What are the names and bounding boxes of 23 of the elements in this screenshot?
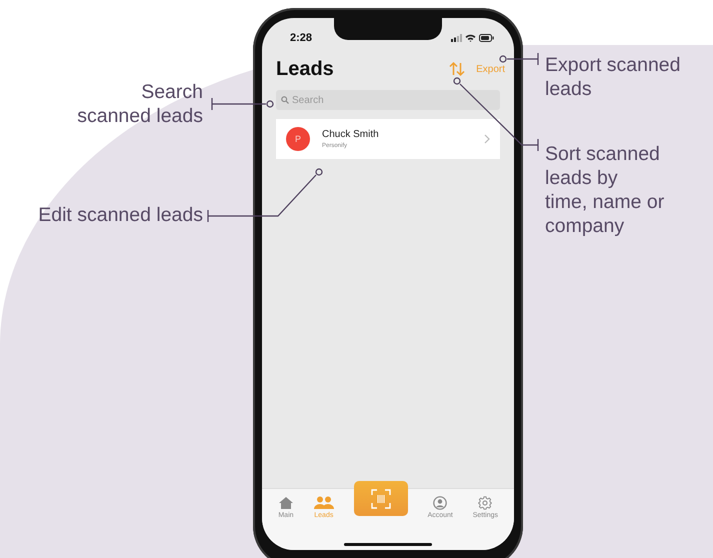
search-field[interactable]: Search [276,90,500,110]
status-time: 2:28 [290,32,312,44]
callout-text: Edit scanned leads [38,203,203,227]
battery-icon [479,34,494,42]
callout-text: Sort scanned leads by time, name or company [545,142,664,238]
settings-icon [478,496,492,510]
leader-line [499,52,539,66]
callout-text: Export scanned leads [545,53,681,101]
leader-line [211,97,274,111]
avatar: P [286,127,310,151]
house-icon [278,496,294,510]
callout-text: Search scanned leads [77,80,203,128]
scan-button[interactable] [354,481,408,516]
screen-title: Leads [276,58,335,80]
chevron-icon [484,134,490,144]
people-icon [314,496,334,510]
export-link[interactable]: Export [476,64,505,74]
signal-icon [451,34,462,42]
sort-icon[interactable] [449,61,466,77]
lead-name: Chuck Smith [322,129,380,140]
wifi-icon [465,34,476,42]
barcode-scan-icon [370,488,391,508]
account-icon [433,496,448,510]
